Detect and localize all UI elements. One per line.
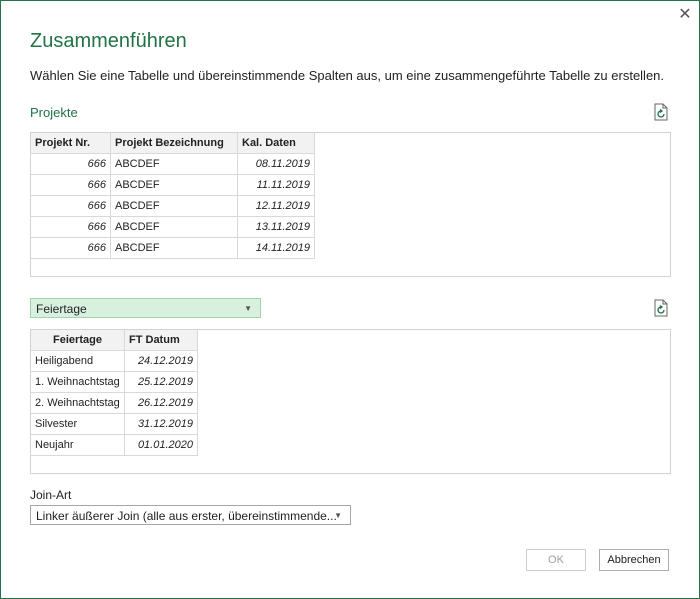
- join-kind-label: Join-Art: [30, 488, 72, 502]
- table-row: 666 ABCDEF 11.11.2019: [31, 174, 315, 196]
- table-cell: 666: [31, 153, 111, 175]
- table-cell: Neujahr: [31, 434, 125, 456]
- join-kind-select[interactable]: Linker äußerer Join (alle aus erster, üb…: [30, 505, 351, 525]
- table-row: Neujahr 01.01.2020: [31, 434, 198, 456]
- table-cell: 666: [31, 195, 111, 217]
- first-table-preview: Projekt Nr. Projekt Bezeichnung Kal. Dat…: [30, 132, 671, 277]
- second-table-preview: Feiertage FT Datum Heiligabend 24.12.201…: [30, 329, 671, 474]
- merge-dialog: ✕ Zusammenführen Wählen Sie eine Tabelle…: [0, 0, 700, 599]
- chevron-down-icon: ▼: [244, 304, 252, 313]
- column-header[interactable]: Projekt Bezeichnung: [110, 133, 238, 154]
- column-header[interactable]: Feiertage: [31, 330, 125, 351]
- second-table-select[interactable]: Feiertage ▼: [30, 298, 261, 318]
- chevron-down-icon: ▼: [334, 511, 342, 520]
- table-cell: 14.11.2019: [237, 237, 315, 259]
- first-table-label: Projekte: [30, 105, 78, 120]
- second-table-grid: Feiertage FT Datum Heiligabend 24.12.201…: [31, 330, 198, 456]
- table-row: 1. Weihnachtstag 25.12.2019: [31, 371, 198, 393]
- table-cell: ABCDEF: [110, 216, 238, 238]
- close-icon[interactable]: ✕: [677, 7, 693, 23]
- table-cell: 666: [31, 216, 111, 238]
- table-cell: 1. Weihnachtstag: [31, 371, 125, 393]
- table-row: Silvester 31.12.2019: [31, 413, 198, 435]
- refresh-preview-icon[interactable]: [653, 299, 669, 317]
- dialog-description: Wählen Sie eine Tabelle und übereinstimm…: [30, 68, 665, 83]
- table-cell: Heiligabend: [31, 350, 125, 372]
- dialog-title: Zusammenführen: [30, 30, 187, 52]
- cancel-button[interactable]: Abbrechen: [599, 549, 669, 571]
- table-row: 666 ABCDEF 12.11.2019: [31, 195, 315, 217]
- table-cell: 666: [31, 237, 111, 259]
- table-cell: 25.12.2019: [124, 371, 198, 393]
- table-row: 666 ABCDEF 08.11.2019: [31, 153, 315, 175]
- table-cell: 01.01.2020: [124, 434, 198, 456]
- column-header[interactable]: FT Datum: [124, 330, 198, 351]
- first-table-grid: Projekt Nr. Projekt Bezeichnung Kal. Dat…: [31, 133, 315, 259]
- table-cell: 11.11.2019: [237, 174, 315, 196]
- table-row: 2. Weihnachtstag 26.12.2019: [31, 392, 198, 414]
- ok-button[interactable]: OK: [526, 549, 586, 571]
- column-header[interactable]: Kal. Daten: [237, 133, 315, 154]
- table-cell: Silvester: [31, 413, 125, 435]
- table-cell: 666: [31, 174, 111, 196]
- table-row: Heiligabend 24.12.2019: [31, 350, 198, 372]
- table-cell: 2. Weihnachtstag: [31, 392, 125, 414]
- table-cell: 13.11.2019: [237, 216, 315, 238]
- table-row: 666 ABCDEF 14.11.2019: [31, 237, 315, 259]
- second-table-select-value: Feiertage: [36, 302, 87, 316]
- table-cell: ABCDEF: [110, 195, 238, 217]
- table-cell: ABCDEF: [110, 153, 238, 175]
- join-kind-select-value: Linker äußerer Join (alle aus erster, üb…: [36, 509, 337, 523]
- refresh-preview-icon[interactable]: [653, 103, 669, 121]
- table-cell: 31.12.2019: [124, 413, 198, 435]
- table-row: 666 ABCDEF 13.11.2019: [31, 216, 315, 238]
- table-cell: 08.11.2019: [237, 153, 315, 175]
- table-cell: ABCDEF: [110, 174, 238, 196]
- table-cell: 26.12.2019: [124, 392, 198, 414]
- table-cell: 12.11.2019: [237, 195, 315, 217]
- table-cell: ABCDEF: [110, 237, 238, 259]
- table-cell: 24.12.2019: [124, 350, 198, 372]
- column-header[interactable]: Projekt Nr.: [31, 133, 111, 154]
